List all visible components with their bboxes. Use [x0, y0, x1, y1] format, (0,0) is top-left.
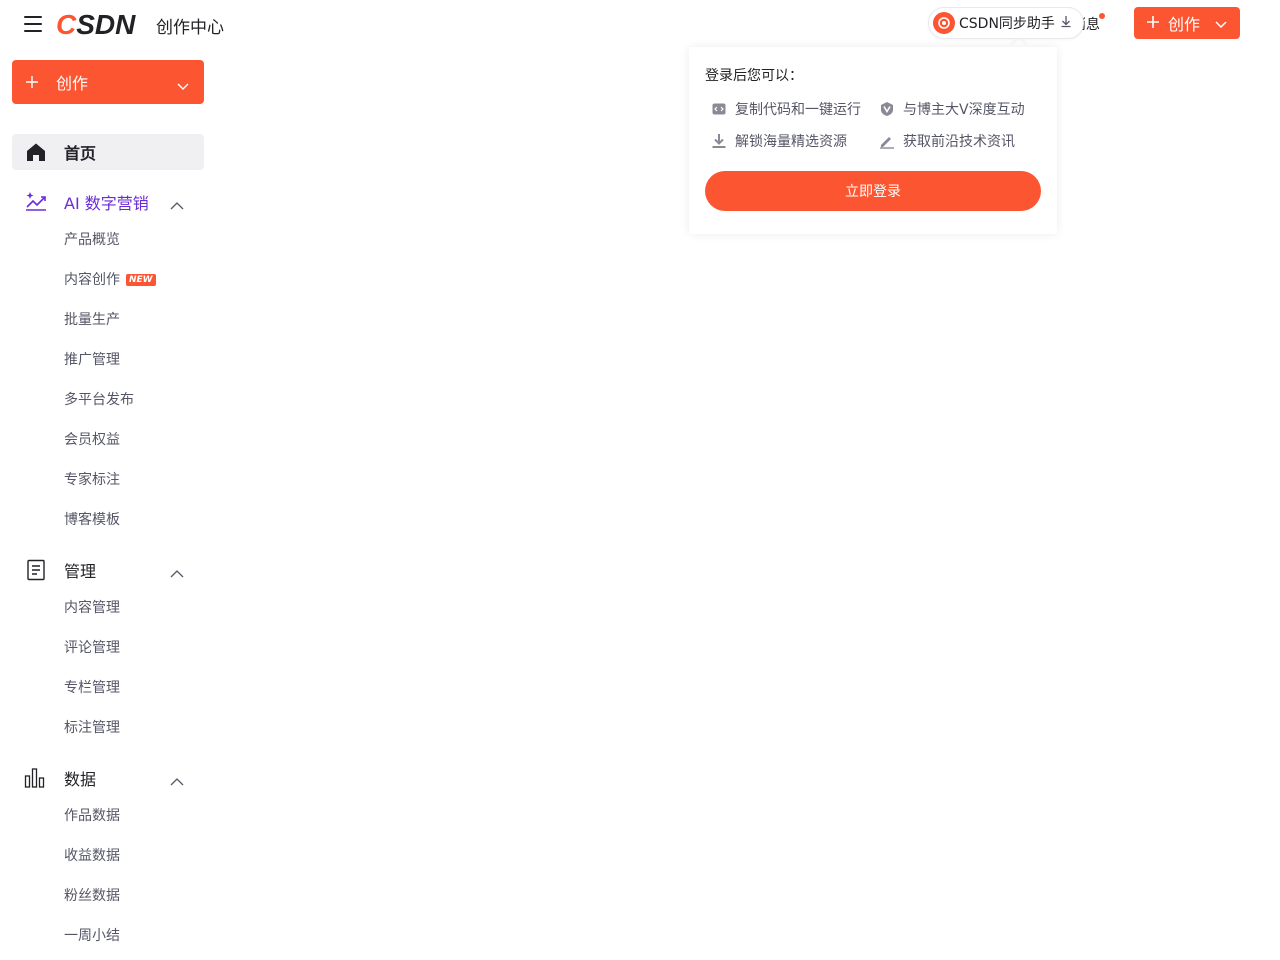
- download-arrow-icon: [1059, 14, 1073, 32]
- sidebar-group-manage[interactable]: 管理: [12, 552, 204, 588]
- v-badge-icon: [879, 101, 895, 117]
- sidebar-group-label: 管理: [64, 562, 97, 581]
- download-icon: [711, 133, 727, 149]
- benefit-label: 获取前沿技术资讯: [903, 134, 1015, 150]
- sidebar-item-comment-manage[interactable]: 评论管理: [64, 638, 120, 658]
- login-popover: 登录后您可以： 复制代码和一键运行 与博主大V深度互动 解锁海量精选资源 获取前…: [689, 47, 1057, 234]
- sidebar-item-label: 内容创作: [64, 272, 120, 288]
- benefit-label: 解锁海量精选资源: [735, 134, 847, 150]
- new-badge: NEW: [126, 274, 156, 286]
- chevron-up-icon: [170, 196, 184, 215]
- popover-heading: 登录后您可以：: [705, 68, 803, 84]
- sidebar-item-membership[interactable]: 会员权益: [64, 430, 120, 450]
- chevron-up-icon: [170, 564, 184, 583]
- sidebar-create-label: 创作: [56, 74, 89, 93]
- site-title: 创作中心: [156, 18, 224, 38]
- sidebar-create-button[interactable]: 创作: [12, 60, 204, 104]
- sidebar-item-content-manage[interactable]: 内容管理: [64, 598, 120, 618]
- bar-chart-icon: [24, 766, 48, 790]
- chevron-down-icon: [176, 76, 190, 95]
- benefit-item: 解锁海量精选资源: [705, 131, 873, 151]
- sidebar-item-weekly-summary[interactable]: 一周小结: [64, 926, 120, 946]
- menu-icon[interactable]: [24, 16, 42, 32]
- sidebar-item-promotion[interactable]: 推广管理: [64, 350, 120, 370]
- plus-icon: [24, 74, 40, 90]
- sidebar-item-fans-data[interactable]: 粉丝数据: [64, 886, 120, 906]
- sidebar-item-product-overview[interactable]: 产品概览: [64, 230, 120, 250]
- benefit-item: 复制代码和一键运行: [705, 99, 873, 119]
- plus-icon: [1146, 14, 1160, 33]
- sidebar-group-ai-marketing[interactable]: AI 数字营销: [12, 184, 204, 220]
- sidebar-item-revenue-data[interactable]: 收益数据: [64, 846, 120, 866]
- pen-icon: [879, 133, 895, 149]
- csdn-circle-icon: [933, 12, 955, 34]
- sidebar-item-home[interactable]: 首页: [12, 134, 204, 170]
- sidebar-group-data[interactable]: 数据: [12, 760, 204, 796]
- home-icon: [26, 142, 46, 162]
- sync-helper-button[interactable]: CSDN同步助手: [928, 7, 1084, 39]
- benefit-label: 复制代码和一键运行: [735, 102, 861, 118]
- login-button[interactable]: 立即登录: [705, 171, 1041, 211]
- chevron-up-icon: [170, 772, 184, 791]
- trend-sparkle-icon: [24, 190, 48, 214]
- sidebar-item-column-manage[interactable]: 专栏管理: [64, 678, 120, 698]
- sidebar-group-label: 数据: [64, 770, 97, 789]
- sidebar-home-label: 首页: [64, 144, 97, 163]
- code-icon: [711, 101, 727, 117]
- sidebar-item-multi-platform[interactable]: 多平台发布: [64, 390, 134, 410]
- chevron-down-icon: [1214, 14, 1228, 33]
- benefit-item: 获取前沿技术资讯: [873, 131, 1041, 151]
- header-create-button[interactable]: 创作: [1134, 7, 1240, 39]
- sidebar-item-blog-template[interactable]: 博客模板: [64, 510, 120, 530]
- sidebar-item-expert-annotation[interactable]: 专家标注: [64, 470, 120, 490]
- sidebar-item-work-data[interactable]: 作品数据: [64, 806, 120, 826]
- sync-helper-label: CSDN同步助手: [959, 16, 1055, 32]
- sidebar-item-content-creation[interactable]: 内容创作 NEW: [64, 270, 156, 290]
- svg-text:CSDN: CSDN: [56, 9, 136, 40]
- document-icon: [24, 558, 48, 582]
- message-unread-dot: [1099, 13, 1105, 19]
- sidebar-item-annotation-manage[interactable]: 标注管理: [64, 718, 120, 738]
- benefit-label: 与博主大V深度互动: [903, 102, 1025, 118]
- benefit-item: 与博主大V深度互动: [873, 99, 1041, 119]
- sidebar-item-batch-production[interactable]: 批量生产: [64, 310, 120, 330]
- sidebar-group-label: AI 数字营销: [64, 194, 149, 213]
- header-create-label: 创作: [1168, 15, 1201, 34]
- csdn-logo[interactable]: CSDN: [56, 8, 136, 40]
- page: CSDN 创作中心 消息 CSDN同步助手 创作 登录后您可以： 复制代码和一键…: [0, 0, 1280, 960]
- benefit-list: 复制代码和一键运行 与博主大V深度互动 解锁海量精选资源 获取前沿技术资讯: [705, 99, 1041, 151]
